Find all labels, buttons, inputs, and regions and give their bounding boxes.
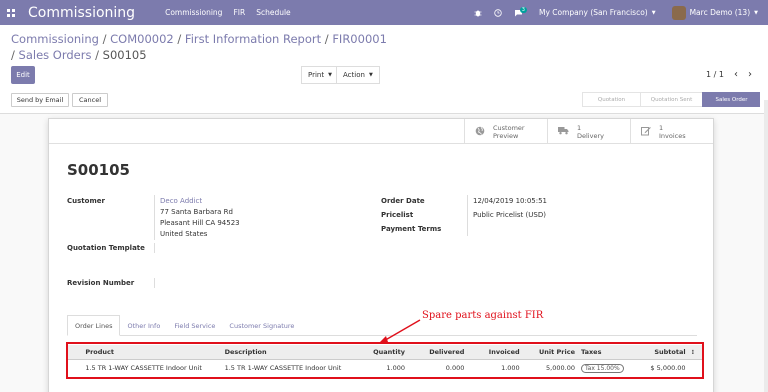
smart-btn-line1: 1: [577, 123, 582, 132]
top-navbar: Commissioning Commissioning FIR Schedule…: [0, 0, 768, 25]
revision-number-label: Revision Number: [67, 279, 135, 287]
pager: 1 / 1 ‹ ›: [706, 69, 752, 80]
pricelist-label: Pricelist: [381, 211, 414, 219]
smart-btn-line1: Customer: [493, 123, 525, 132]
stage-sales-order[interactable]: Sales Order: [702, 92, 760, 107]
breadcrumb-fir00001[interactable]: FIR00001: [332, 32, 387, 46]
edit-button[interactable]: Edit: [11, 66, 35, 84]
smart-btn-line2: Preview: [493, 131, 519, 140]
breadcrumb-commissioning[interactable]: Commissioning: [11, 32, 99, 46]
breadcrumb-com00002[interactable]: COM00002: [110, 32, 174, 46]
invoices-button[interactable]: 1 Invoices: [630, 119, 712, 144]
address-line-2: Pleasant Hill CA 94523: [160, 219, 240, 227]
field-divider: [467, 195, 468, 236]
caret-down-icon: ▼: [368, 72, 373, 78]
company-name: My Company (San Francisco): [538, 8, 648, 17]
chevron-right-icon[interactable]: ›: [748, 69, 752, 80]
stage-quotation[interactable]: Quotation: [582, 92, 640, 107]
breadcrumb-fir-report[interactable]: First Information Report: [185, 32, 321, 46]
print-label: Print: [308, 71, 325, 79]
pager-value[interactable]: 1 / 1: [706, 70, 724, 79]
caret-down-icon: ▼: [328, 72, 332, 78]
truck-icon: [558, 126, 569, 137]
order-date-label: Order Date: [381, 197, 425, 205]
edit-icon: [641, 126, 651, 138]
field-divider: [154, 195, 155, 240]
customer-label: Customer: [67, 197, 105, 205]
order-date-value: 12/04/2019 10:05:51: [473, 197, 548, 205]
chat-icon[interactable]: 3: [514, 6, 527, 17]
customer-preview-button[interactable]: Customer Preview: [464, 119, 546, 144]
address-line-3: United States: [160, 230, 208, 238]
tab-customer-signature[interactable]: Customer Signature: [222, 315, 301, 336]
breadcrumb-sales-orders[interactable]: Sales Orders: [19, 48, 92, 62]
cancel-button[interactable]: Cancel: [72, 93, 108, 107]
chat-badge: 3: [519, 6, 527, 13]
control-panel: Commissioning / COM00002 / First Informa…: [0, 25, 768, 114]
send-by-email-button[interactable]: Send by Email: [11, 93, 69, 107]
apps-menu-icon[interactable]: [0, 0, 22, 25]
tab-other-info[interactable]: Other Info: [120, 315, 167, 336]
nav-fir[interactable]: FIR: [233, 8, 245, 17]
tab-order-lines[interactable]: Order Lines: [67, 315, 121, 336]
smart-btn-line2: Invoices: [659, 131, 686, 140]
globe-icon: [475, 126, 485, 138]
customer-link[interactable]: Deco Addict: [160, 196, 202, 207]
user-name: Marc Demo (13): [689, 8, 751, 17]
smart-btn-line2: Delivery: [577, 131, 604, 140]
address-line-1: 77 Santa Barbara Rd: [160, 208, 233, 216]
annotation-text: Spare parts against FIR: [422, 310, 544, 321]
field-divider: [154, 278, 155, 288]
scrollbar[interactable]: [764, 100, 768, 392]
nav-commissioning[interactable]: Commissioning: [165, 8, 222, 17]
avatar: [671, 5, 686, 20]
highlight-box: [66, 342, 704, 379]
caret-down-icon: ▼: [754, 9, 758, 16]
clock-icon[interactable]: [494, 8, 502, 17]
pricelist-value[interactable]: Public Pricelist (USD): [473, 210, 546, 221]
payment-terms-label: Payment Terms: [381, 225, 442, 233]
app-title[interactable]: Commissioning: [28, 5, 135, 21]
company-switcher[interactable]: My Company (San Francisco) ▼: [539, 8, 656, 17]
stage-quotation-sent[interactable]: Quotation Sent: [640, 92, 702, 107]
chevron-left-icon[interactable]: ‹: [734, 69, 738, 80]
bug-icon[interactable]: [474, 9, 482, 17]
smart-buttons: Customer Preview 1 Delivery 1 Invoices: [49, 119, 713, 144]
breadcrumb-current: S00105: [102, 48, 147, 62]
status-bar: Quotation Quotation Sent Sales Order: [582, 92, 760, 107]
caret-down-icon: ▼: [651, 9, 656, 16]
smart-btn-line1: 1: [659, 123, 664, 132]
action-label: Action: [343, 71, 365, 79]
delivery-button[interactable]: 1 Delivery: [547, 119, 629, 144]
breadcrumb: Commissioning / COM00002 / First Informa…: [11, 32, 387, 62]
document-title: S00105: [67, 161, 130, 179]
tab-field-service[interactable]: Field Service: [167, 315, 222, 336]
nav-schedule[interactable]: Schedule: [256, 8, 290, 17]
action-dropdown[interactable]: Action ▼: [336, 66, 380, 84]
field-divider: [154, 243, 155, 253]
quotation-template-label: Quotation Template: [67, 244, 145, 252]
user-menu[interactable]: Marc Demo (13) ▼: [671, 5, 758, 20]
annotation-arrow-icon: [378, 319, 421, 344]
print-dropdown[interactable]: Print ▼: [301, 66, 339, 84]
